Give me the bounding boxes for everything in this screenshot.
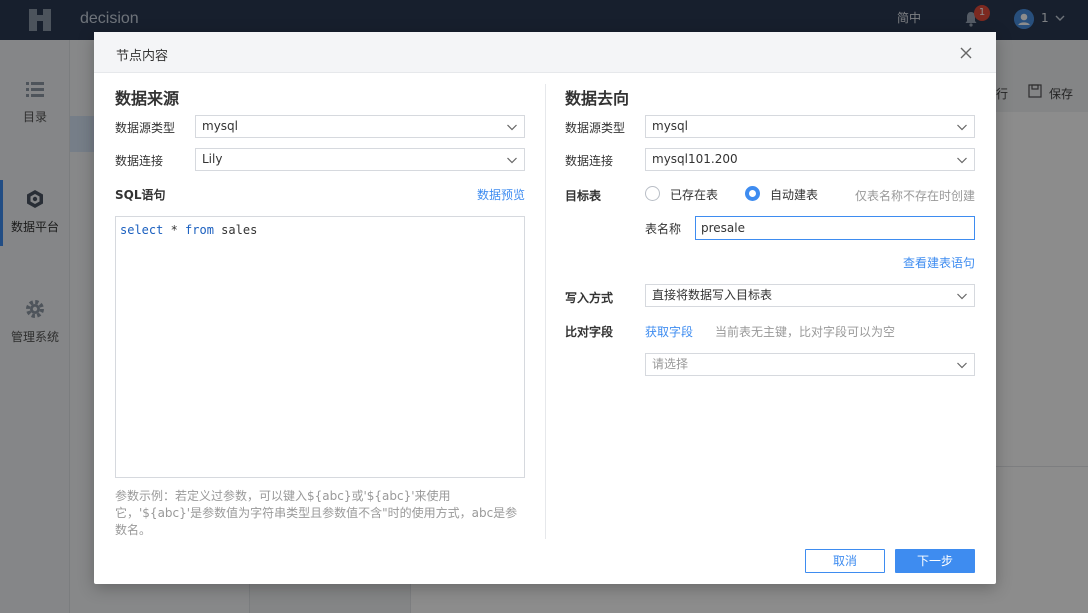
node-content-dialog: 节点内容 数据来源 数据源类型 mysql 数据连接 Lily SQL语句 数据… bbox=[94, 32, 996, 584]
chevron-down-icon bbox=[957, 157, 967, 164]
data-preview-link[interactable]: 数据预览 bbox=[477, 186, 525, 203]
target-type-select[interactable]: mysql bbox=[645, 115, 975, 138]
write-mode-label: 写入方式 bbox=[565, 291, 614, 305]
source-type-label: 数据源类型 bbox=[115, 121, 176, 135]
dialog-header: 节点内容 bbox=[94, 32, 996, 73]
chevron-down-icon bbox=[957, 124, 967, 131]
close-icon[interactable] bbox=[959, 46, 973, 60]
target-section-title: 数据去向 bbox=[565, 89, 630, 108]
chevron-down-icon bbox=[507, 157, 517, 164]
sql-editor[interactable]: select * from sales bbox=[115, 216, 525, 478]
radio-auto-create[interactable] bbox=[745, 186, 760, 201]
radio-auto-label[interactable]: 自动建表 bbox=[770, 186, 818, 203]
dialog-title: 节点内容 bbox=[116, 49, 169, 64]
chevron-down-icon bbox=[957, 362, 967, 369]
radio-existing-label[interactable]: 已存在表 bbox=[670, 186, 718, 203]
auto-create-hint: 仅表名称不存在时创建 bbox=[855, 189, 976, 203]
sql-label: SQL语句 bbox=[115, 188, 166, 202]
view-ddl-link[interactable]: 查看建表语句 bbox=[903, 254, 975, 271]
table-name-label: 表名称 bbox=[645, 222, 682, 236]
column-divider bbox=[545, 84, 546, 539]
source-type-select[interactable]: mysql bbox=[195, 115, 525, 138]
target-conn-select[interactable]: mysql101.200 bbox=[645, 148, 975, 171]
cancel-button[interactable]: 取消 bbox=[805, 549, 885, 573]
chevron-down-icon bbox=[957, 293, 967, 300]
sql-keyword: from bbox=[185, 223, 214, 237]
sql-keyword: select bbox=[120, 223, 164, 237]
sql-text: * bbox=[163, 223, 186, 237]
chevron-down-icon bbox=[507, 124, 517, 131]
next-button[interactable]: 下一步 bbox=[895, 549, 975, 573]
compare-fields-label: 比对字段 bbox=[565, 325, 614, 339]
table-name-input[interactable] bbox=[695, 216, 975, 240]
source-conn-select[interactable]: Lily bbox=[195, 148, 525, 171]
target-conn-label: 数据连接 bbox=[565, 154, 614, 168]
compare-fields-hint: 当前表无主键，比对字段可以为空 bbox=[715, 325, 896, 339]
source-section-title: 数据来源 bbox=[115, 89, 180, 108]
compare-fields-select[interactable]: 请选择 bbox=[645, 353, 975, 376]
target-type-label: 数据源类型 bbox=[565, 121, 626, 135]
fetch-fields-link[interactable]: 获取字段 bbox=[645, 323, 693, 340]
target-table-label: 目标表 bbox=[565, 189, 602, 203]
sql-help-text: 参数示例：若定义过参数，可以键入${abc}或'${abc}'来使用它，'${a… bbox=[115, 489, 518, 537]
source-conn-label: 数据连接 bbox=[115, 154, 164, 168]
write-mode-select[interactable]: 直接将数据写入目标表 bbox=[645, 284, 975, 307]
radio-existing-table[interactable] bbox=[645, 186, 660, 201]
sql-text: sales bbox=[213, 223, 258, 237]
